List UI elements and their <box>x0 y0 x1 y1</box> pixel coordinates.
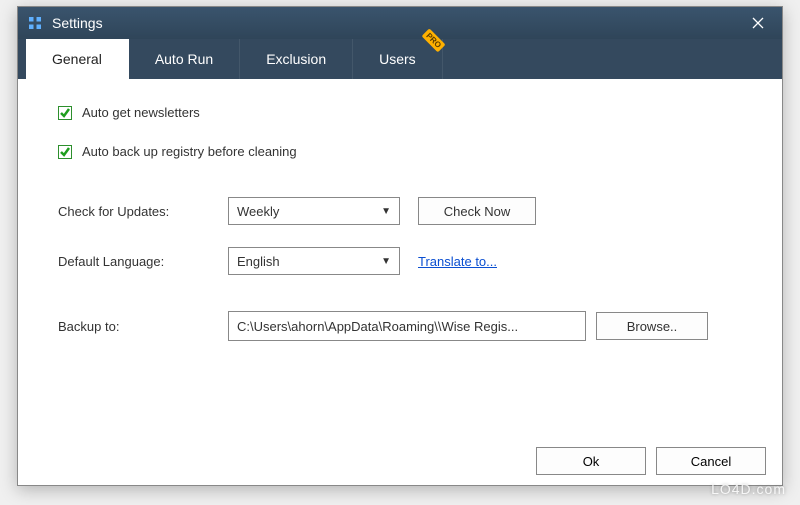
ok-button[interactable]: Ok <box>536 447 646 475</box>
button-label: Browse.. <box>627 319 678 334</box>
dropdown-value: English <box>237 254 381 269</box>
tab-label: Auto Run <box>155 51 213 67</box>
translate-link[interactable]: Translate to... <box>418 254 497 269</box>
checkbox-icon <box>58 145 72 159</box>
language-dropdown[interactable]: English ▼ <box>228 247 400 275</box>
checkbox-label: Auto get newsletters <box>82 105 200 120</box>
tab-users[interactable]: Users PRO <box>353 39 443 79</box>
window-title: Settings <box>52 15 742 31</box>
chevron-down-icon: ▼ <box>381 256 391 267</box>
checkbox-label: Auto back up registry before cleaning <box>82 144 297 159</box>
tab-exclusion[interactable]: Exclusion <box>240 39 353 79</box>
tab-label: General <box>52 51 102 67</box>
tab-label: Exclusion <box>266 51 326 67</box>
browse-button[interactable]: Browse.. <box>596 312 708 340</box>
tabbar: General Auto Run Exclusion Users PRO <box>18 39 782 79</box>
app-icon <box>26 14 44 32</box>
content-area: Auto get newsletters Auto back up regist… <box>18 79 782 437</box>
titlebar: Settings <box>18 7 782 39</box>
check-now-button[interactable]: Check Now <box>418 197 536 225</box>
cancel-button[interactable]: Cancel <box>656 447 766 475</box>
tab-label: Users <box>379 51 416 67</box>
chevron-down-icon: ▼ <box>381 206 391 217</box>
checkbox-icon <box>58 106 72 120</box>
row-backup-path: Backup to: C:\Users\ahorn\AppData\Roamin… <box>58 311 752 341</box>
checkbox-auto-backup[interactable]: Auto back up registry before cleaning <box>58 144 752 159</box>
button-label: Ok <box>583 454 600 469</box>
button-label: Cancel <box>691 454 731 469</box>
updates-label: Check for Updates: <box>58 204 228 219</box>
row-check-updates: Check for Updates: Weekly ▼ Check Now <box>58 197 752 225</box>
settings-window: Settings General Auto Run Exclusion User… <box>17 6 783 486</box>
button-label: Check Now <box>444 204 510 219</box>
backup-label: Backup to: <box>58 319 228 334</box>
tab-general[interactable]: General <box>26 39 129 79</box>
backup-path-input[interactable]: C:\Users\ahorn\AppData\Roaming\\Wise Reg… <box>228 311 586 341</box>
dialog-footer: Ok Cancel <box>18 437 782 485</box>
close-button[interactable] <box>742 9 774 37</box>
tab-auto-run[interactable]: Auto Run <box>129 39 240 79</box>
close-icon <box>752 17 764 29</box>
language-label: Default Language: <box>58 254 228 269</box>
row-language: Default Language: English ▼ Translate to… <box>58 247 752 275</box>
backup-path-value: C:\Users\ahorn\AppData\Roaming\\Wise Reg… <box>237 319 518 334</box>
dropdown-value: Weekly <box>237 204 381 219</box>
updates-frequency-dropdown[interactable]: Weekly ▼ <box>228 197 400 225</box>
checkbox-auto-newsletters[interactable]: Auto get newsletters <box>58 105 752 120</box>
